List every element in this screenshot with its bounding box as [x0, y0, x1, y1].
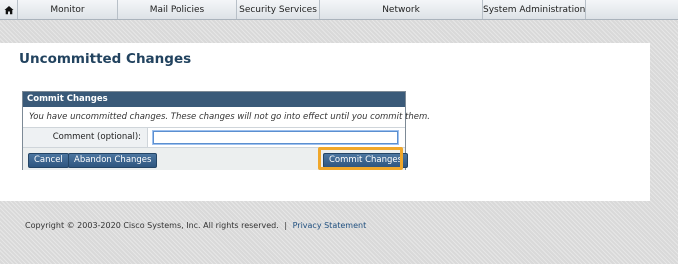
home-button[interactable]: [0, 0, 18, 19]
comment-input[interactable]: [153, 131, 398, 144]
comment-input-wrap: [148, 128, 405, 147]
nav-network[interactable]: Network: [320, 0, 483, 19]
dialog-header: Commit Changes: [23, 92, 405, 107]
home-icon: [4, 5, 13, 14]
comment-row: Comment (optional):: [23, 128, 405, 148]
cancel-button[interactable]: Cancel: [28, 153, 69, 168]
dialog-message: You have uncommitted changes. These chan…: [23, 107, 430, 128]
commit-changes-dialog: Commit Changes You have uncommitted chan…: [22, 91, 430, 170]
comment-label: Comment (optional):: [23, 128, 148, 147]
nav-system-administration[interactable]: System Administration: [483, 0, 587, 19]
page-title: Uncommitted Changes: [19, 51, 192, 67]
abandon-changes-button[interactable]: Abandon Changes: [68, 153, 158, 168]
top-navigation: Monitor Mail Policies Security Services …: [0, 0, 678, 20]
commit-changes-button[interactable]: Commit Changes: [323, 153, 409, 168]
copyright-text: Copyright © 2003-2020 Cisco Systems, Inc…: [25, 221, 279, 230]
footer-separator: |: [284, 221, 288, 230]
nav-security-services[interactable]: Security Services: [237, 0, 320, 19]
dialog-button-row: Cancel Abandon Changes Commit Changes: [23, 148, 409, 170]
footer: Copyright © 2003-2020 Cisco Systems, Inc…: [25, 221, 366, 230]
nav-monitor[interactable]: Monitor: [18, 0, 118, 19]
privacy-statement-link[interactable]: Privacy Statement: [293, 221, 367, 230]
nav-mail-policies[interactable]: Mail Policies: [118, 0, 237, 19]
